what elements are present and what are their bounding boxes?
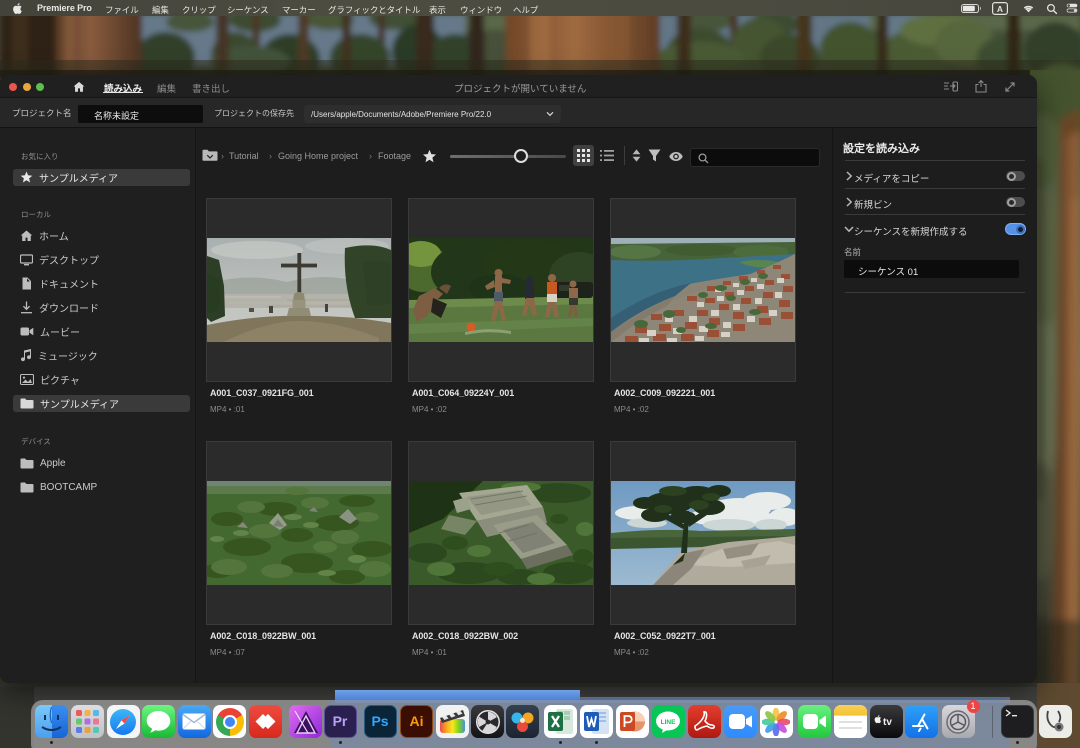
svg-text:A: A (997, 4, 1003, 14)
svg-text:LINE: LINE (661, 719, 676, 726)
svg-text:tv: tv (883, 717, 892, 728)
